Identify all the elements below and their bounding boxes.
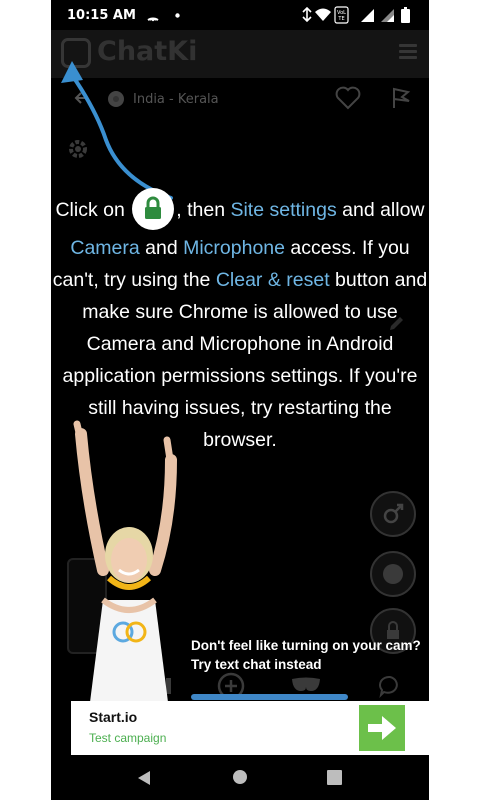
text-chat-hint[interactable]: Don't feel like turning on your cam? Try…	[191, 636, 421, 674]
arrow-right-icon	[368, 716, 396, 740]
navigation-bar	[51, 755, 429, 800]
back-icon[interactable]	[136, 770, 152, 786]
tutorial-and: and	[145, 237, 178, 259]
site-settings-link: Site settings	[230, 199, 337, 222]
lock-badge	[132, 188, 175, 230]
phone-screen: 10:15 AM VoL TE ChatKi India - Kerala Cl…	[51, 0, 429, 800]
padlock-icon	[145, 196, 162, 219]
gender-icon[interactable]	[369, 490, 417, 538]
globe-icon[interactable]	[369, 550, 417, 598]
home-icon[interactable]	[232, 769, 248, 785]
svg-text:TE: TE	[337, 16, 344, 22]
volte-icon: VoL TE	[334, 6, 349, 24]
vibrate-icon	[302, 7, 312, 22]
tutorial-part2: , then	[176, 199, 226, 222]
ad-button[interactable]	[359, 705, 405, 751]
mask-icon[interactable]	[291, 676, 321, 694]
progress-bar	[191, 694, 348, 700]
heart-icon[interactable]	[335, 86, 361, 110]
signal-icon	[361, 9, 374, 22]
ad-subtitle: Test campaign	[89, 731, 167, 745]
ad-title: Start.io	[89, 709, 138, 725]
chat-bubble-icon[interactable]	[378, 674, 402, 698]
woman-illustration	[73, 420, 177, 710]
status-bar: 10:15 AM VoL TE	[51, 0, 429, 30]
microphone-link: Microphone	[183, 237, 285, 259]
battery-icon	[401, 7, 410, 23]
cast-icon	[147, 17, 159, 22]
report-flag-icon[interactable]	[389, 86, 413, 110]
ad-banner[interactable]: Start.io Test campaign	[71, 701, 429, 755]
status-time: 10:15 AM	[67, 8, 136, 23]
signal-icon-2	[381, 9, 394, 22]
clear-reset-link: Clear & reset	[215, 269, 330, 291]
tutorial-text: Click on , then Site settings and allow …	[51, 188, 429, 456]
hamburger-menu-icon[interactable]	[399, 44, 417, 60]
recents-icon[interactable]	[327, 770, 342, 785]
tutorial-part3: and allow	[342, 199, 425, 222]
wifi-icon	[315, 8, 331, 21]
tutorial-part5: button and make sure Chrome is allowed t…	[62, 269, 428, 451]
dot-icon	[175, 13, 180, 18]
tutorial-part1: Click on	[55, 199, 125, 222]
camera-link: Camera	[70, 237, 140, 259]
pointer-arrow-icon	[61, 61, 173, 200]
